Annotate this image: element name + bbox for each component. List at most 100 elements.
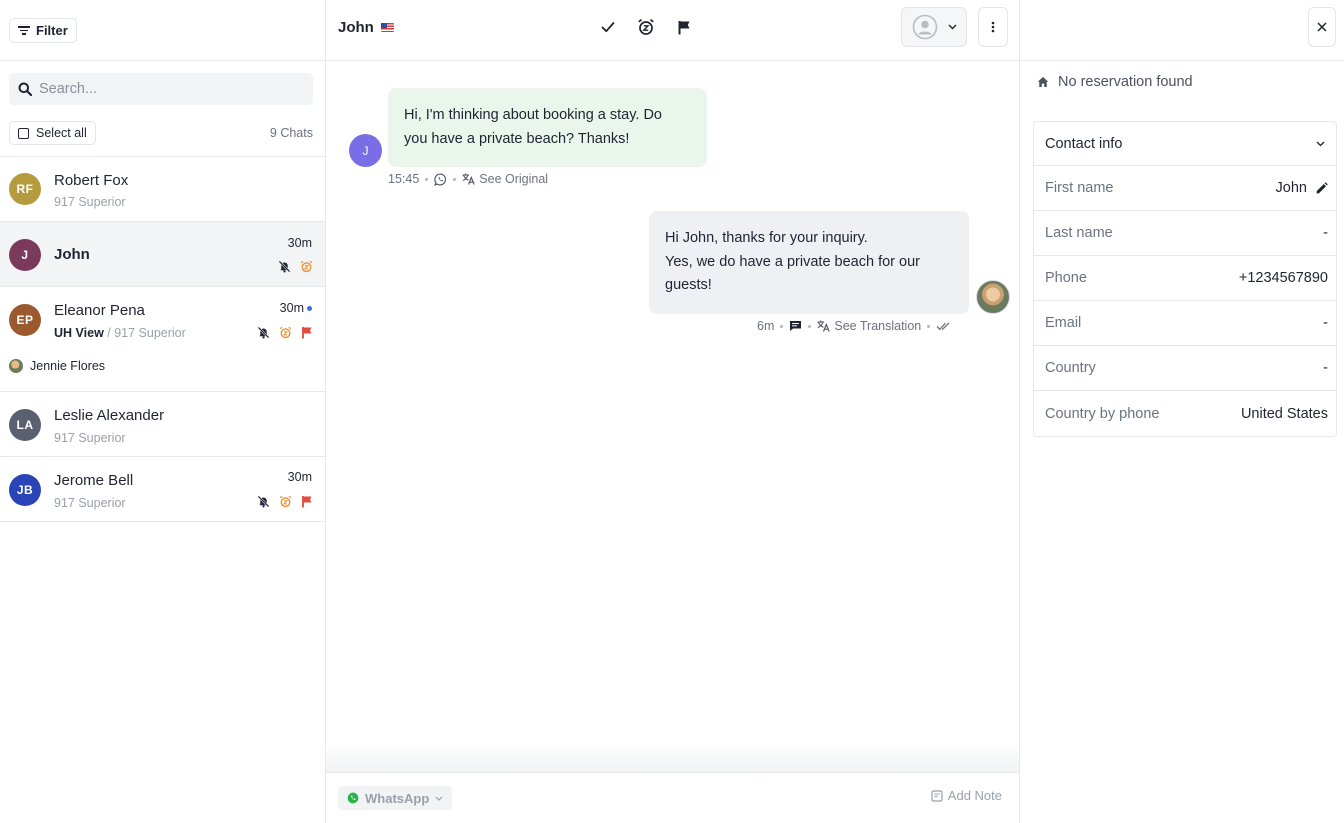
select-all-label: Select all: [36, 126, 87, 140]
chat-name: Leslie Alexander: [54, 407, 165, 424]
translate-icon: [817, 320, 831, 332]
field-label: Email: [1045, 315, 1082, 331]
avatar: EP: [9, 304, 41, 336]
contact-info-card: Contact info First name John Last name -…: [1033, 121, 1337, 437]
avatar: RF: [9, 173, 41, 205]
add-note-button[interactable]: Add Note: [931, 788, 1002, 803]
details-header: [1020, 0, 1344, 61]
message-line: Hi John, thanks for your inquiry.: [665, 230, 868, 246]
search-box[interactable]: [9, 73, 313, 105]
alarm-icon: [279, 495, 292, 508]
field-label: First name: [1045, 180, 1114, 196]
flag-button[interactable]: [674, 17, 694, 37]
filter-icon: [18, 25, 30, 35]
filter-label: Filter: [36, 22, 68, 38]
flag-icon: [302, 496, 312, 508]
assignee-name: Jennie Flores: [30, 359, 106, 373]
message-line: guests!: [665, 277, 712, 293]
message-line: Hi, I'm thinking about booking a stay. D…: [404, 107, 662, 123]
chat-count: 9 Chats: [269, 126, 313, 140]
home-icon: [1037, 77, 1049, 87]
composer-shadow: [326, 742, 1019, 772]
incoming-message-meta: 15:45 See Original: [388, 172, 548, 186]
chevron-down-icon: [435, 796, 443, 801]
contact-info-header[interactable]: Contact info: [1034, 122, 1336, 166]
chat-item-john[interactable]: J John 30m: [0, 222, 325, 287]
alarm-icon: [300, 260, 313, 273]
app-window: Filter Select all 9 Chats RF Robert Fox …: [0, 0, 1344, 823]
edit-pencil-icon[interactable]: [1315, 181, 1328, 195]
select-all-button[interactable]: Select all: [9, 121, 96, 145]
alarm-icon: [279, 326, 292, 339]
whatsapp-icon: [347, 792, 359, 804]
chat-item-eleanor-pena[interactable]: EP Eleanor Pena UH View / 917 Superior 3…: [0, 287, 325, 392]
search-icon: [18, 82, 32, 96]
avatar: JB: [9, 474, 41, 506]
chat-list: RF Robert Fox 917 Superior J John 30m EP…: [0, 156, 325, 522]
channel-selector[interactable]: WhatsApp: [338, 786, 453, 810]
field-value: -: [1323, 225, 1328, 241]
no-reservation-text: No reservation found: [1058, 74, 1193, 90]
chat-subtitle: 917 Superior: [54, 496, 126, 510]
translate-link[interactable]: See Original: [462, 172, 548, 186]
conversation-actions: [598, 17, 694, 37]
add-note-label: Add Note: [947, 788, 1002, 803]
us-flag-icon: [380, 23, 394, 32]
channel-label: WhatsApp: [365, 790, 430, 806]
contact-name: John: [338, 19, 374, 36]
resolve-button[interactable]: [598, 17, 618, 37]
chat-status-icons: [278, 260, 313, 273]
assignee: Jennie Flores: [9, 359, 105, 373]
filter-button[interactable]: Filter: [9, 17, 77, 43]
chat-time: 30m: [280, 301, 312, 315]
chat-item-jerome-bell[interactable]: JB Jerome Bell 917 Superior 30m: [0, 457, 325, 522]
room-name: 917 Superior: [114, 326, 186, 340]
translate-link[interactable]: See Translation: [817, 319, 921, 333]
incoming-message-bubble[interactable]: Hi, I'm thinking about booking a stay. D…: [388, 88, 707, 167]
assignee-avatar: [9, 359, 23, 373]
field-phone: Phone +1234567890: [1034, 256, 1336, 301]
field-country-by-phone: Country by phone United States: [1034, 391, 1336, 436]
message-line: you have a private beach? Thanks!: [404, 130, 630, 147]
chat-item-robert-fox[interactable]: RF Robert Fox 917 Superior: [0, 157, 325, 222]
chat-item-leslie-alexander[interactable]: LA Leslie Alexander 917 Superior: [0, 392, 325, 457]
chat-time: 30m: [287, 470, 312, 484]
translate-label: See Translation: [834, 319, 922, 333]
unread-dot: [307, 306, 312, 312]
muted-bell-icon: [257, 495, 270, 508]
field-last-name: Last name -: [1034, 211, 1336, 256]
avatar: J: [9, 239, 41, 271]
outgoing-message-bubble[interactable]: Hi John, thanks for your inquiry. Yes, w…: [649, 211, 969, 314]
search-input[interactable]: [39, 81, 299, 97]
field-label: Phone: [1045, 270, 1087, 286]
snooze-button[interactable]: [636, 17, 656, 37]
field-value: John: [1276, 180, 1328, 196]
chat-name: John: [54, 246, 90, 263]
conversation-panel: John J Hi, I'm thinking about booking a …: [326, 0, 1020, 823]
muted-bell-icon: [257, 326, 270, 339]
property-name: UH View: [54, 326, 104, 340]
more-vertical-icon: [991, 21, 995, 33]
field-value: United States: [1240, 405, 1328, 422]
chat-name: Robert Fox: [54, 172, 129, 189]
details-panel: No reservation found Contact info First …: [1020, 0, 1344, 823]
flag-icon: [678, 20, 690, 34]
composer-bar: WhatsApp Add Note: [326, 772, 1019, 823]
first-name-value: John: [1275, 180, 1307, 196]
chat-time: 30m: [287, 236, 312, 250]
more-options-button[interactable]: [978, 7, 1008, 47]
message-line: Yes, we do have a private beach for our: [665, 253, 920, 270]
message-area[interactable]: J Hi, I'm thinking about booking a stay.…: [326, 61, 1019, 772]
field-label: Last name: [1045, 225, 1113, 241]
chevron-down-icon: [1316, 141, 1325, 146]
muted-bell-icon: [278, 260, 291, 273]
agent-avatar: [976, 280, 1010, 314]
chat-status-icons: [257, 326, 313, 339]
chat-subtitle: 917 Superior: [54, 195, 126, 209]
assign-agent-dropdown[interactable]: [901, 7, 967, 47]
message-time: 6m: [757, 319, 775, 333]
select-all-checkbox[interactable]: [18, 127, 29, 139]
field-label: Country: [1045, 360, 1096, 376]
close-panel-button[interactable]: [1308, 7, 1336, 47]
chat-time-value: 30m: [279, 301, 304, 315]
